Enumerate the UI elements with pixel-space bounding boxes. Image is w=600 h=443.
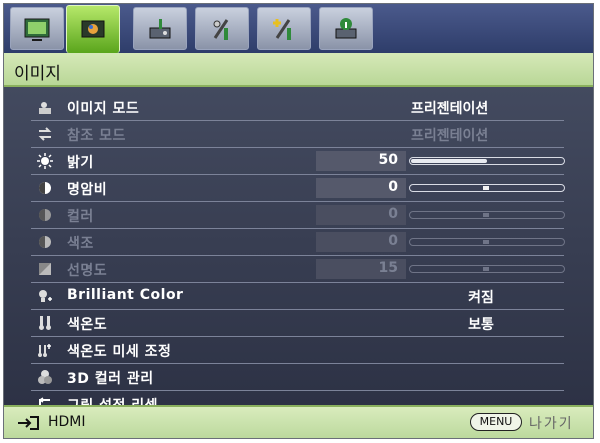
menu-item-label: 선명도 [67,263,108,279]
slider-knob [483,267,489,271]
menu-item-brilliant-color[interactable]: Brilliant Color 켜짐 [31,283,564,310]
color-temperature-fine-icon [38,344,51,357]
menu-item-label: Brilliant Color [67,287,184,303]
menu-item-label: 컬러 [67,209,94,225]
menu-item-picture-mode[interactable]: 이미지 모드 프리젠테이션 [31,94,564,121]
picture-mode-icon [39,102,51,114]
menu-item-label: 색온도 미세 조정 [67,344,172,360]
menu-item-label: 이미지 모드 [67,101,140,117]
menu-item-brightness[interactable]: 밝기 50 [31,148,565,175]
contrast-slider[interactable] [409,184,565,192]
color-icon [39,209,51,221]
color-slider [409,211,565,219]
menu-item-tint: 색조 0 [31,229,565,256]
menu-item-label: 색온도 [67,317,108,333]
slider-knob [483,186,489,190]
page-title: 이미지 [14,64,61,84]
menu-item-label: 색조 [67,236,94,252]
menu-title-bar: 이미지 [4,53,593,87]
menu-item-number: 0 [388,206,398,222]
menu-item-label: 3D 컬러 관리 [67,371,154,387]
tab-advanced[interactable] [257,7,311,50]
tab-display[interactable] [10,7,64,50]
menu-item-color-temperature[interactable]: 색온도 보통 [31,310,564,337]
menu-item-value: 보통 [468,317,494,333]
input-source-icon [18,416,39,430]
sharpness-slider [409,265,565,273]
display-icon [24,18,50,41]
menu-item-label: 명암비 [67,182,108,198]
menu-item-sharpness: 선명도 15 [31,256,565,283]
3d-color-icon [38,370,52,384]
tab-picture[interactable] [66,5,120,53]
menu-item-value: 켜짐 [468,290,494,306]
tint-icon [39,236,51,248]
tab-bar [4,4,593,53]
system-icon [213,18,229,40]
sharpness-icon [39,263,51,275]
menu-item-contrast[interactable]: 명암비 0 [31,175,565,202]
information-icon [335,17,357,38]
reference-mode-icon [38,127,52,141]
brightness-slider[interactable] [409,157,565,165]
tab-system[interactable] [195,7,249,50]
exit-label: 나가기 [529,416,574,432]
tab-information[interactable] [319,7,373,50]
menu-item-value: 프리젠테이션 [411,101,489,117]
menu-item-color: 컬러 0 [31,202,565,229]
advanced-icon [273,18,291,40]
menu-item-number: 15 [378,260,398,276]
slider-knob [483,213,489,217]
picture-menu: 이미지 모드 프리젠테이션 참조 모드 프리젠테이션 밝기 50 명암비 0 컬… [4,87,593,414]
tint-slider [409,238,565,246]
osd-window: 이미지 이미지 모드 프리젠테이션 참조 모드 프리젠테이션 밝기 50 명암비… [3,3,594,439]
menu-item-3d-color-management[interactable]: 3D 컬러 관리 [31,364,564,391]
menu-item-label: 참조 모드 [67,128,126,144]
menu-item-number: 0 [388,233,398,249]
menu-item-label: 밝기 [67,155,94,171]
menu-item-color-temperature-fine-tuning[interactable]: 색온도 미세 조정 [31,337,564,364]
setup-icon [149,18,171,38]
menu-item-reference-mode: 참조 모드 프리젠테이션 [31,121,564,148]
brilliant-color-icon [39,290,52,302]
menu-item-value: 프리젠테이션 [411,128,489,144]
picture-icon [81,20,105,37]
menu-item-number: 50 [378,152,398,168]
contrast-icon [39,182,51,194]
tab-setup[interactable] [133,7,187,50]
color-temperature-icon [39,316,51,330]
status-bar: HDMI MENU 나가기 [4,405,593,438]
slider-fill [411,159,487,163]
brightness-icon [37,153,53,169]
input-source-label: HDMI [48,414,86,430]
slider-knob [483,240,489,244]
menu-item-number: 0 [388,179,398,195]
menu-button[interactable]: MENU [470,413,522,431]
